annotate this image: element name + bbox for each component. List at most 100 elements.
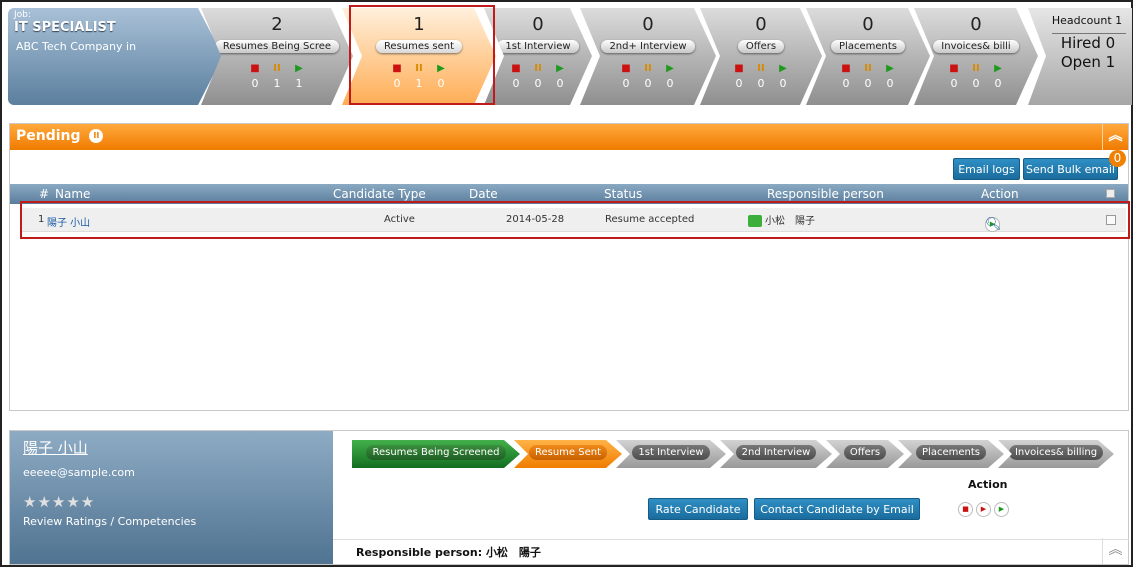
- step-invoices-billing[interactable]: Invoices& billing: [998, 440, 1114, 468]
- stage-name: Placements: [831, 40, 905, 53]
- responsible-person-line: Responsible person: 小松 陽子: [356, 544, 541, 560]
- chevron-up-icon[interactable]: ︽: [1102, 538, 1128, 564]
- rate-candidate-button[interactable]: Rate Candidate: [648, 498, 748, 520]
- stop-icon[interactable]: ■: [958, 502, 973, 517]
- play-icon: ▶: [556, 63, 564, 74]
- col-status[interactable]: Status: [604, 187, 642, 201]
- step-2nd-interview[interactable]: 2nd Interview: [720, 440, 832, 468]
- stopped-count: 0: [251, 77, 259, 90]
- step-resume-sent[interactable]: Resume Sent: [514, 440, 622, 468]
- headcount-panel: Headcount 1 Hired 0 Open 1: [1028, 8, 1132, 105]
- review-ratings-link[interactable]: Review Ratings / Competencies: [23, 515, 320, 528]
- pending-title: Pending: [16, 128, 81, 144]
- stopped-count: 0: [622, 77, 630, 90]
- active-count: 0: [886, 77, 894, 90]
- job-card[interactable]: Job: IT SPECIALIST ABC Tech Company in: [8, 8, 223, 105]
- play-icon: ▶: [295, 63, 303, 74]
- col-name[interactable]: Name: [55, 187, 90, 201]
- paused-count: 0: [757, 77, 765, 90]
- detail-divider: [333, 539, 1129, 540]
- pause-icon: II: [757, 63, 765, 74]
- stage-count: 0: [755, 14, 767, 35]
- stage-name: 1st Interview: [497, 40, 578, 53]
- selected-row-highlight: [20, 201, 1130, 239]
- pipeline-bar: Job: IT SPECIALIST ABC Tech Company in 2…: [8, 6, 1132, 106]
- stop-icon: ■: [734, 63, 744, 74]
- candidate-email: eeeee@sample.com: [23, 466, 135, 479]
- step-label: Resume Sent: [529, 445, 607, 460]
- step-1st-interview[interactable]: 1st Interview: [616, 440, 726, 468]
- action-label: Action: [968, 478, 1008, 491]
- pending-header: Pending II ︽: [10, 124, 1128, 150]
- play-icon: ▶: [666, 63, 674, 74]
- col-responsible[interactable]: Responsible person: [767, 187, 884, 201]
- step-label: Offers: [844, 445, 886, 460]
- active-count: 0: [779, 77, 787, 90]
- stopped-count: 0: [512, 77, 520, 90]
- col-action: Action: [981, 187, 1019, 201]
- stop-icon: ■: [511, 63, 521, 74]
- responsible-label: Responsible person:: [356, 546, 483, 559]
- send-bulk-email-button[interactable]: Send Bulk email: [1023, 158, 1118, 180]
- step-label: Resumes Being Screened: [366, 445, 505, 460]
- play-red-icon[interactable]: ▶: [976, 502, 991, 517]
- paused-count: 0: [534, 77, 542, 90]
- stopped-count: 0: [842, 77, 850, 90]
- pause-icon: II: [534, 63, 542, 74]
- stage-name: Resumes Being Scree: [215, 40, 339, 53]
- job-company: ABC Tech Company in: [16, 40, 137, 53]
- pause-icon: II: [644, 63, 652, 74]
- stage-name: 2nd+ Interview: [601, 40, 694, 53]
- chevron-up-icon[interactable]: ︽: [1102, 124, 1128, 150]
- pause-icon: II: [273, 63, 281, 74]
- stage-1st-interview[interactable]: 0 1st Interview ■ II ▶ 0 0 0: [484, 8, 592, 105]
- step-resumes-being-screened[interactable]: Resumes Being Screened: [352, 440, 520, 468]
- col-candidate-type[interactable]: Candidate Type: [333, 187, 426, 201]
- paused-count: 1: [273, 77, 281, 90]
- pause-icon[interactable]: II: [89, 129, 104, 143]
- responsible-value: 小松 陽子: [485, 546, 541, 559]
- step-label: Placements: [916, 445, 986, 460]
- stage-name: Invoices& billi: [933, 40, 1018, 53]
- stage-2nd-interview[interactable]: 0 2nd+ Interview ■ II ▶ 0 0 0: [580, 8, 716, 105]
- stopped-count: 0: [735, 77, 743, 90]
- step-label: 2nd Interview: [736, 445, 817, 460]
- stage-placements[interactable]: 0 Placements ■ II ▶ 0 0 0: [806, 8, 930, 105]
- contact-candidate-button[interactable]: Contact Candidate by Email: [754, 498, 920, 520]
- stage-count: 0: [862, 14, 874, 35]
- active-count: 0: [666, 77, 674, 90]
- candidate-detail-panel: 陽子 小山 eeeee@sample.com ★★★★★ Review Rati…: [9, 430, 1129, 565]
- hired-count: Hired 0: [1060, 34, 1116, 52]
- stop-icon: ■: [841, 63, 851, 74]
- candidate-card: 陽子 小山 eeeee@sample.com ★★★★★ Review Rati…: [10, 431, 333, 564]
- play-icon: ▶: [994, 63, 1002, 74]
- step-offers[interactable]: Offers: [826, 440, 904, 468]
- pause-icon: II: [972, 63, 980, 74]
- stop-icon: ■: [250, 63, 260, 74]
- stage-name: Offers: [738, 40, 784, 53]
- selected-stage-highlight: [349, 5, 495, 105]
- col-date[interactable]: Date: [469, 187, 498, 201]
- stage-count: 2: [271, 14, 283, 35]
- stage-resumes-being-screened[interactable]: 2 Resumes Being Scree ■ II ▶ 0 1 1: [201, 8, 353, 105]
- stage-count: 0: [532, 14, 544, 35]
- stopped-count: 0: [950, 77, 958, 90]
- select-all-checkbox[interactable]: [1106, 189, 1115, 198]
- job-title: IT SPECIALIST: [14, 20, 116, 35]
- paused-count: 0: [972, 77, 980, 90]
- step-placements[interactable]: Placements: [898, 440, 1004, 468]
- play-icon: ▶: [779, 63, 787, 74]
- paused-count: 0: [644, 77, 652, 90]
- open-count: Open 1: [1060, 53, 1116, 71]
- stage-count: 0: [642, 14, 654, 35]
- candidate-name[interactable]: 陽子 小山: [23, 437, 320, 458]
- job-label: Job:: [14, 10, 31, 20]
- play-icon: ▶: [886, 63, 894, 74]
- step-label: Invoices& billing: [1009, 445, 1103, 460]
- stage-invoices-billing[interactable]: 0 Invoices& billi ■ II ▶ 0 0 0: [914, 8, 1038, 105]
- stage-offers[interactable]: 0 Offers ■ II ▶ 0 0 0: [700, 8, 822, 105]
- play-icon[interactable]: ▶: [994, 502, 1009, 517]
- pending-panel: Pending II ︽ Email logs Send Bulk email …: [9, 123, 1129, 411]
- email-logs-button[interactable]: Email logs: [953, 158, 1020, 180]
- star-rating[interactable]: ★★★★★: [23, 493, 320, 511]
